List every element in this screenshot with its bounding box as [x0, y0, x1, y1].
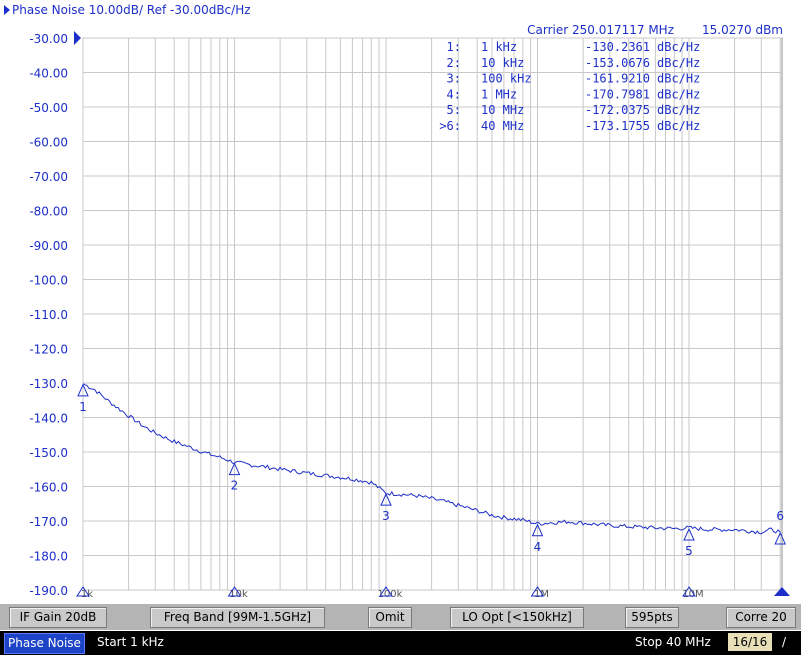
y-tick-label: -40.00	[29, 67, 68, 81]
softkey-bar: IF Gain 20dB Freq Band [99M-1.5GHz] Omit…	[0, 604, 801, 630]
start-frequency[interactable]: Start 1 kHz	[97, 635, 164, 649]
y-tick-label: -160.0	[29, 481, 68, 495]
x-axis-labels: 1k 10k 100k 1M 10M	[76, 586, 790, 600]
marker-label: 1	[79, 400, 87, 414]
y-tick-label: -30.00	[29, 32, 68, 46]
marker-table-id: 3:	[447, 72, 461, 86]
marker-label: 6	[776, 509, 784, 523]
y-tick-label: -190.0	[29, 584, 68, 598]
trace-title-label: Phase Noise 10.00dB/ Ref -30.00dBc/Hz	[12, 3, 251, 17]
x-tick-label: 1M	[534, 589, 549, 600]
marker-label: 3	[382, 509, 390, 523]
trace-count-badge: 16/16	[728, 633, 772, 651]
y-tick-label: -130.0	[29, 377, 68, 391]
stop-frequency[interactable]: Stop 40 MHz	[635, 635, 711, 649]
y-tick-label: -90.00	[29, 239, 68, 253]
marker-label: 2	[231, 479, 239, 493]
marker-table-freq: 40 MHz	[481, 119, 524, 133]
measurement-name[interactable]: Phase Noise	[4, 633, 85, 654]
marker-table-id: 2:	[447, 56, 461, 70]
x-tick-label: 10M	[682, 589, 703, 600]
marker-table-unit: dBc/Hz	[657, 87, 700, 101]
marker-table-value: -130.2361	[585, 40, 650, 54]
y-tick-label: -150.0	[29, 446, 68, 460]
marker-table-freq: 10 kHz	[481, 56, 524, 70]
y-tick-label: -100.0	[29, 274, 68, 288]
status-bar: Phase Noise Start 1 kHz Stop 40 MHz 16/1…	[0, 631, 801, 655]
lo-opt-button[interactable]: LO Opt [<150kHz]	[450, 607, 584, 628]
marker-table: Carrier 250.017117 MHz 15.0270 dBm 1: 1 kHz…	[439, 23, 783, 133]
marker-label: 5	[685, 544, 693, 558]
x-tick-label: 1k	[81, 589, 93, 600]
marker-label: 4	[534, 540, 542, 554]
trace-title[interactable]: Phase Noise 10.00dB/ Ref -30.00dBc/Hz	[4, 3, 251, 17]
y-tick-label: -170.0	[29, 515, 68, 529]
marker-table-value: -161.9210	[585, 72, 650, 86]
triangle-right-icon	[4, 5, 10, 15]
marker-table-unit: dBc/Hz	[657, 56, 700, 70]
points-button[interactable]: 595pts	[625, 607, 679, 628]
marker-table-value: -170.7981	[585, 87, 650, 101]
marker-table-id: 5:	[447, 103, 461, 117]
y-tick-label: -80.00	[29, 205, 68, 219]
carrier-frequency: Carrier 250.017117 MHz	[527, 23, 674, 37]
freq-band-button[interactable]: Freq Band [99M-1.5GHz]	[150, 607, 325, 628]
marker-table-id: >6:	[439, 119, 461, 133]
marker-table-unit: dBc/Hz	[657, 103, 700, 117]
y-tick-label: -60.00	[29, 136, 68, 150]
marker-table-freq: 100 kHz	[481, 72, 532, 86]
y-tick-label: -50.00	[29, 101, 68, 115]
corre-button[interactable]: Corre 20	[726, 607, 796, 628]
carrier-power: 15.0270 dBm	[702, 23, 783, 37]
y-axis-labels: -30.00 -40.00 -50.00 -60.00 -70.00 -80.00 -90.…	[29, 31, 81, 598]
y-tick-label: -110.0	[29, 308, 68, 322]
marker-table-unit: dBc/Hz	[657, 72, 700, 86]
ref-level-arrow-icon	[74, 31, 81, 45]
marker-table-freq: 1 MHz	[481, 87, 517, 101]
omit-button[interactable]: Omit	[368, 607, 412, 628]
marker-table-value: -173.1755	[585, 119, 650, 133]
marker-table-value: -172.0375	[585, 103, 650, 117]
if-gain-button[interactable]: IF Gain 20dB	[9, 607, 107, 628]
marker-table-id: 4:	[447, 87, 461, 101]
marker-table-freq: 1 kHz	[481, 40, 517, 54]
marker-table-freq: 10 MHz	[481, 103, 524, 117]
marker-table-unit: dBc/Hz	[657, 40, 700, 54]
y-tick-label: -140.0	[29, 412, 68, 426]
marker-table-id: 1:	[447, 40, 461, 54]
status-slash: /	[782, 635, 787, 649]
marker-table-value: -153.0676	[585, 56, 650, 70]
stop-arrow-icon	[774, 587, 790, 596]
phase-noise-plot[interactable]: -30.00 -40.00 -50.00 -60.00 -70.00 -80.00 -90.…	[0, 22, 801, 604]
y-tick-label: -180.0	[29, 550, 68, 564]
title-bar: Phase Noise 10.00dB/ Ref -30.00dBc/Hz	[0, 0, 801, 22]
y-tick-label: -120.0	[29, 343, 68, 357]
marker-table-unit: dBc/Hz	[657, 119, 700, 133]
y-tick-label: -70.00	[29, 170, 68, 184]
